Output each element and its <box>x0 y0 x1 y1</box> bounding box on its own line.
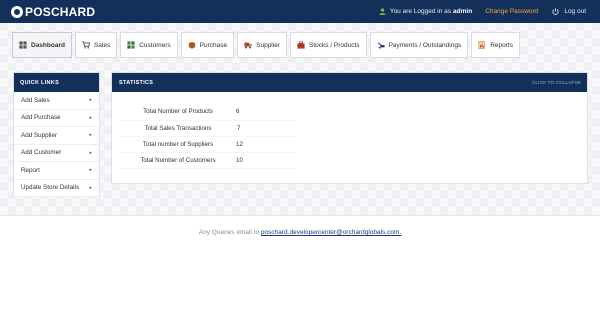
stat-value: 12 <box>236 136 296 153</box>
main-nav-tabs: Dashboard Sales Customers Purchase Suppl… <box>12 32 523 58</box>
quick-link-add-sales[interactable]: Add Sales ▸ <box>14 92 99 110</box>
table-row: Total Number of Products 6 <box>120 104 296 121</box>
tab-sales[interactable]: Sales <box>74 32 118 58</box>
quick-link-update-store-details[interactable]: Update Store Details ▸ <box>14 180 99 197</box>
quick-link-label: Add Sales <box>21 96 50 104</box>
power-icon <box>552 8 559 15</box>
supplier-icon <box>244 42 252 49</box>
tab-dashboard[interactable]: Dashboard <box>12 32 72 58</box>
change-password-link[interactable]: Change Password <box>485 8 538 15</box>
footer: Any Queries email to poschard.developerc… <box>0 229 600 236</box>
tab-label: Customers <box>139 41 171 49</box>
statistics-title: STATISTICS <box>119 79 154 86</box>
logo-icon <box>11 5 23 18</box>
chevron-right-icon: ▸ <box>89 167 92 174</box>
table-row: Total number of Suppliers 12 <box>120 136 296 153</box>
footer-text: Any Queries email to <box>198 229 260 236</box>
tab-customers[interactable]: Customers <box>120 32 178 58</box>
logged-in-text: You are Logged in as <box>389 8 452 15</box>
quick-link-add-customer[interactable]: Add Customer ▸ <box>14 145 99 162</box>
top-bar: POSCHARD You are Logged in as admin Chan… <box>0 0 600 23</box>
table-row: Total Number of Customers 10 <box>120 152 296 169</box>
tab-label: Dashboard <box>31 41 65 49</box>
tab-reports[interactable]: Reports <box>471 32 520 58</box>
dashboard-icon <box>19 41 27 49</box>
stat-label: Total Sales Transactions <box>120 120 236 137</box>
quick-link-label: Report <box>21 166 40 174</box>
quick-links-panel: QUICK LINKS Add Sales ▸ Add Purchase ▸ A… <box>13 72 100 197</box>
quick-link-report[interactable]: Report ▸ <box>14 162 99 180</box>
tab-payments-outstandings[interactable]: Payments / Outstandings <box>369 32 469 58</box>
stat-label: Total number of Suppliers <box>120 136 236 153</box>
quick-link-label: Add Customer <box>21 149 62 157</box>
purchase-icon <box>188 41 195 49</box>
stocks-icon <box>297 41 305 49</box>
quick-link-label: Add Purchase <box>21 114 61 122</box>
logo[interactable]: POSCHARD <box>11 4 95 19</box>
chevron-right-icon: ▸ <box>89 114 92 121</box>
tab-label: Payments / Outstandings <box>388 41 462 49</box>
quick-link-label: Update Store Details <box>21 184 80 192</box>
tab-label: Purchase <box>199 41 228 49</box>
cart-icon <box>82 41 90 49</box>
stat-value: 7 <box>236 120 296 137</box>
statistics-header: STATISTICS CLICK TO COLLAPSE <box>112 73 587 92</box>
payments-icon <box>377 42 385 49</box>
logout-button[interactable]: Log out <box>552 8 586 15</box>
tab-label: Sales <box>93 41 111 49</box>
statistics-panel: STATISTICS CLICK TO COLLAPSE Total Numbe… <box>111 72 588 184</box>
tab-label: Reports <box>490 41 513 49</box>
quick-links-title: QUICK LINKS <box>14 73 99 92</box>
chevron-right-icon: ▸ <box>89 97 92 104</box>
customers-icon <box>127 41 135 49</box>
stat-label: Total Number of Customers <box>120 152 236 169</box>
tab-label: Supplier <box>256 41 280 49</box>
stat-label: Total Number of Products <box>120 104 236 121</box>
user-icon <box>379 8 386 15</box>
statistics-table: Total Number of Products 6 Total Sales T… <box>120 104 296 169</box>
logo-text: POSCHARD <box>25 4 96 19</box>
chevron-right-icon: ▸ <box>89 149 92 156</box>
tab-purchase[interactable]: Purchase <box>180 32 235 58</box>
quick-link-add-purchase[interactable]: Add Purchase ▸ <box>14 110 99 127</box>
quick-link-label: Add Supplier <box>21 131 58 139</box>
chevron-right-icon: ▸ <box>89 132 92 139</box>
tab-label: Stocks / Products <box>308 41 360 49</box>
reports-icon <box>478 41 485 49</box>
user-bar: You are Logged in as admin Change Passwo… <box>379 0 586 23</box>
stat-value: 10 <box>236 152 296 169</box>
footer-divider <box>0 215 600 216</box>
chevron-right-icon: ▸ <box>89 184 92 191</box>
quick-link-add-supplier[interactable]: Add Supplier ▸ <box>14 127 99 145</box>
stat-value: 6 <box>236 104 296 121</box>
collapse-toggle[interactable]: CLICK TO COLLAPSE <box>532 80 581 85</box>
tab-stocks-products[interactable]: Stocks / Products <box>289 32 367 58</box>
table-row: Total Sales Transactions 7 <box>120 120 296 137</box>
logout-label: Log out <box>564 8 586 15</box>
support-email-link[interactable]: poschard.developercenter@orchardglobals.… <box>261 229 401 236</box>
tab-supplier[interactable]: Supplier <box>237 32 287 58</box>
username: admin <box>453 8 473 15</box>
